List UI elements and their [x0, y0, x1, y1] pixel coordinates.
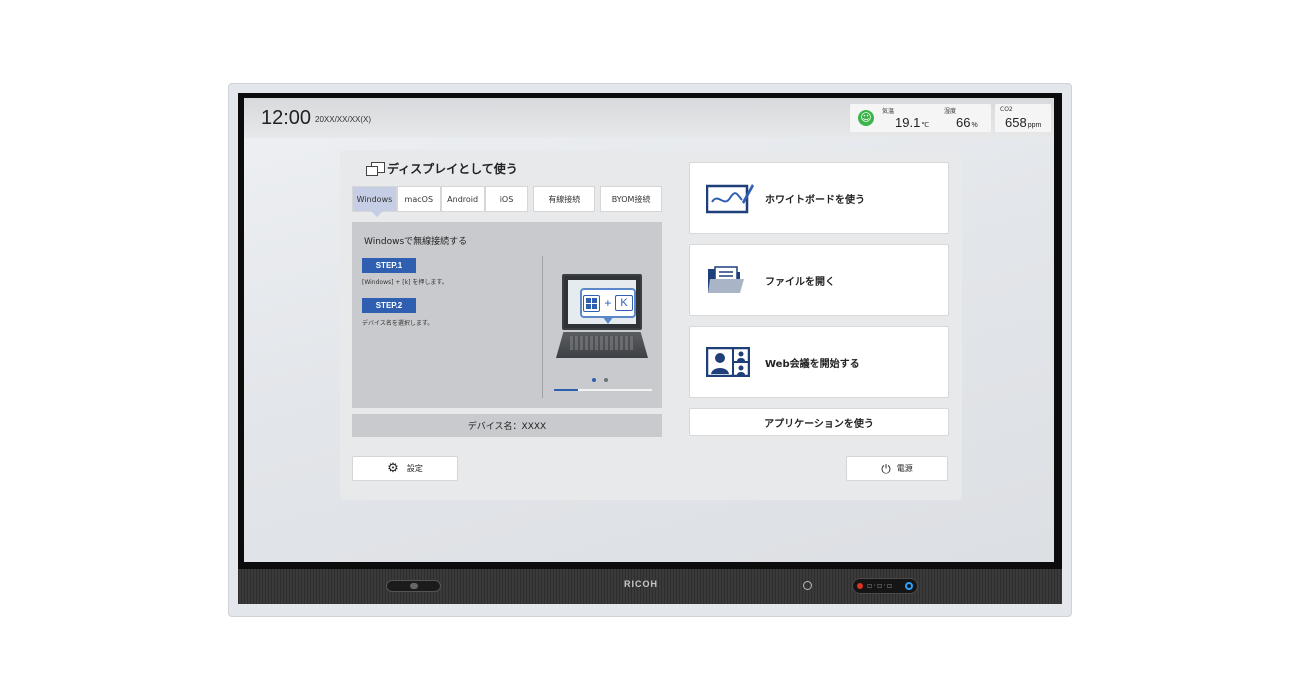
whiteboard-label: ホワイトボードを使う: [765, 194, 865, 206]
web-meeting-label: Web会議を開始する: [765, 358, 860, 370]
temperature-value: 19.1℃: [895, 115, 930, 130]
smiley-face-icon: ☺: [858, 110, 874, 126]
guide-title: Windowsで無線接続する: [364, 237, 468, 247]
power-icon: ⏻: [881, 461, 891, 476]
main-panel: ディスプレイとして使う Windows macOS Android iOS 有線…: [340, 150, 962, 500]
power-led-icon: [803, 581, 812, 590]
shortcut-bubble: + K: [580, 288, 636, 324]
front-ports: ▫·▫·▫: [852, 578, 918, 594]
folder-icon: [708, 266, 744, 293]
k-key-icon: K: [615, 295, 633, 311]
co2-label: CO2: [1000, 106, 1013, 113]
open-file-button[interactable]: ファイルを開く: [689, 244, 949, 316]
applications-button[interactable]: アプリケーションを使う: [689, 408, 949, 436]
side-switch[interactable]: [386, 580, 441, 592]
dual-display-icon: [366, 161, 385, 176]
power-label: 電源: [896, 464, 913, 473]
tab-macos[interactable]: macOS: [396, 186, 441, 212]
os-tabs: Windows macOS Android iOS 有線接続 BYOM接続: [352, 186, 662, 217]
tab-byom[interactable]: BYOM接続: [600, 186, 662, 212]
temperature-label: 気温: [882, 108, 895, 115]
brand-logo: RICOH: [624, 579, 658, 589]
connection-guide: Windowsで無線接続する STEP.1 [Windows] + [k] を押…: [352, 222, 662, 408]
tab-ios[interactable]: iOS: [484, 186, 529, 212]
speaker-bar: RICOH ▫·▫·▫: [238, 569, 1062, 604]
tab-wired[interactable]: 有線接続: [533, 186, 596, 212]
tab-android[interactable]: Android: [440, 186, 485, 212]
slide-progress-track: [554, 389, 652, 391]
humidity-label: 湿度: [944, 108, 957, 115]
co2-sensor-card: CO2 658ppm: [995, 104, 1051, 132]
date: 20XX/XX/XX(X): [315, 115, 372, 124]
step-2-badge: STEP.2: [362, 298, 416, 313]
status-bar: 12:00 20XX/XX/XX(X) ☺ 気温 19.1℃ 湿度 66% CO…: [244, 98, 1054, 138]
plus-symbol: +: [604, 296, 612, 310]
step-1-description: [Windows] + [k] を押します。: [362, 279, 448, 286]
video-conference-icon: [706, 347, 750, 377]
page-dot-2[interactable]: [604, 378, 608, 382]
windows-key-icon: [583, 294, 601, 312]
power-button[interactable]: ⏻ 電源: [846, 456, 948, 481]
clock: 12:00: [261, 107, 312, 129]
co2-value: 658ppm: [1005, 115, 1042, 130]
guide-divider: [542, 256, 543, 398]
display-section-title: ディスプレイとして使う: [387, 162, 518, 176]
home-screen: 12:00 20XX/XX/XX(X) ☺ 気温 19.1℃ 湿度 66% CO…: [244, 98, 1054, 562]
gear-icon: ⚙: [387, 461, 399, 476]
settings-label: 設定: [406, 464, 423, 473]
web-meeting-button[interactable]: Web会議を開始する: [689, 326, 949, 398]
environment-sensor-card: ☺ 気温 19.1℃ 湿度 66%: [850, 104, 991, 132]
whiteboard-button[interactable]: ホワイトボードを使う: [689, 162, 949, 234]
slide-progress-fill: [554, 389, 578, 391]
page-indicator[interactable]: [592, 378, 608, 382]
step-2-description: デバイス名を選択します。: [362, 320, 434, 327]
open-file-label: ファイルを開く: [765, 276, 835, 288]
display-section-heading: ディスプレイとして使う: [366, 160, 518, 177]
whiteboard-pen-icon: [706, 184, 754, 214]
step-1-badge: STEP.1: [362, 258, 416, 273]
settings-button[interactable]: ⚙ 設定: [352, 456, 458, 481]
device-name-bar: デバイス名：XXXX: [352, 414, 662, 437]
tab-windows[interactable]: Windows: [352, 186, 397, 217]
page-dot-1[interactable]: [592, 378, 596, 382]
humidity-value: 66%: [956, 115, 978, 130]
laptop-illustration: + K: [556, 274, 648, 360]
